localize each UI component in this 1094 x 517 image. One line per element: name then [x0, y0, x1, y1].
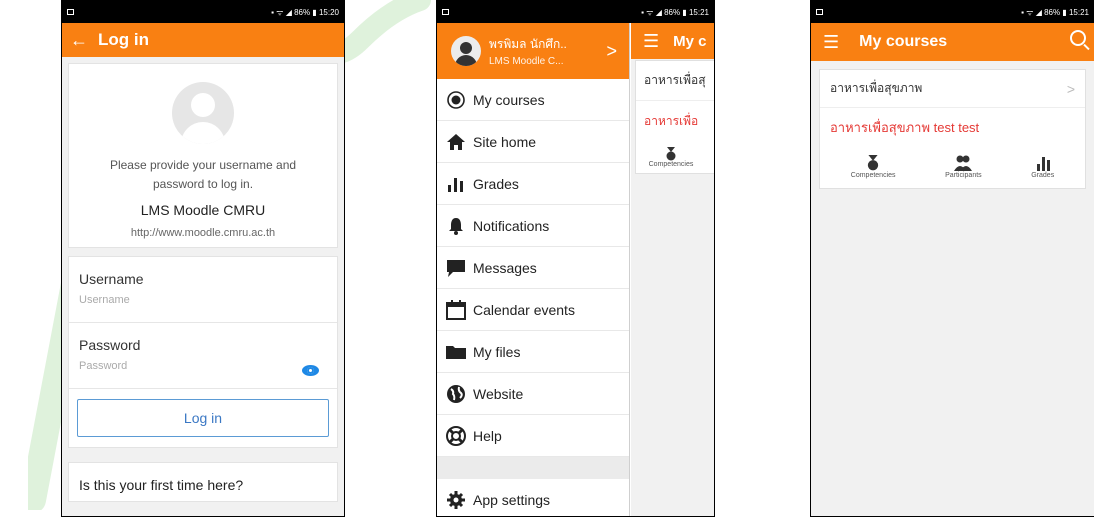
participants-icon — [954, 155, 973, 171]
app-bar: ☰ My c — [631, 23, 714, 59]
courses-pane-behind: ☰ My c อาหารเพื่อสุ อาหารเพื่อ Competenc… — [631, 23, 714, 516]
first-time-card[interactable]: Is this your first time here? — [68, 462, 338, 502]
grades-button[interactable]: Grades — [1031, 155, 1054, 179]
my-courses-screen: ▪ ᯤ ◢ 86% ▮ 15:21 ☰ My courses อาหารเพื่… — [810, 0, 1094, 517]
participants-button[interactable]: Participants — [945, 155, 982, 179]
course-card: อาหารเพื่อสุ อาหารเพื่อ Competencies — [635, 60, 714, 174]
lifebuoy-icon — [445, 425, 467, 447]
menu-item-grades[interactable]: Grades — [437, 163, 629, 205]
page-title: Log in — [98, 30, 149, 49]
password-label: Password — [79, 337, 141, 353]
menu-item-my-files[interactable]: My files — [437, 331, 629, 373]
participants-label: Participants — [945, 172, 982, 179]
site-avatar-icon — [172, 82, 234, 144]
site-card: Please provide your username and passwor… — [68, 63, 338, 248]
medal-icon — [666, 146, 676, 160]
menu-item-label: App settings — [473, 491, 551, 508]
bell-icon — [445, 215, 467, 237]
course-actions: Competencies Participants Grades — [820, 146, 1085, 188]
competencies-button[interactable]: Competencies — [636, 141, 706, 173]
menu-item-label: Website — [473, 385, 524, 402]
chevron-right-icon: > — [1066, 80, 1075, 97]
courses-list: อาหารเพื่อสุขภาพ > อาหารเพื่อสุขภาพ test… — [811, 61, 1094, 516]
password-field[interactable]: Password Password — [69, 323, 337, 389]
globe-icon — [445, 383, 467, 405]
menu-item-messages[interactable]: Messages — [437, 247, 629, 289]
competencies-label: Competencies — [648, 160, 694, 168]
user-name: พรพิมล นักศึก.. — [489, 37, 567, 51]
course-name[interactable]: อาหารเพื่อ — [636, 101, 714, 141]
menu-item-app-settings[interactable]: App settings — [437, 479, 629, 516]
menu-item-label: Site home — [473, 133, 537, 150]
hamburger-icon[interactable]: ☰ — [823, 32, 839, 53]
menu-divider — [437, 457, 629, 479]
back-arrow-icon[interactable]: ← — [70, 30, 88, 51]
medal-icon — [868, 155, 879, 171]
chevron-right-icon: > — [606, 40, 617, 61]
chat-icon — [445, 257, 467, 279]
app-bar: ← Log in — [62, 23, 344, 57]
home-icon — [445, 131, 467, 153]
login-form: Username Username Password Password Log … — [68, 256, 338, 448]
status-info: ▪ ᯤ ◢ 86% ▮ 15:20 — [271, 7, 339, 17]
menu-item-label: Messages — [473, 259, 537, 276]
menu-item-my-courses[interactable]: My courses — [437, 79, 629, 121]
side-menu: พรพิมล นักศึก.. LMS Moodle C... > My cou… — [437, 23, 630, 516]
course-title[interactable]: อาหารเพื่อสุ — [636, 61, 714, 101]
grades-label: Grades — [1031, 172, 1055, 179]
search-icon[interactable] — [1070, 30, 1086, 46]
course-title-text: อาหารเพื่อสุขภาพ — [830, 81, 923, 95]
course-card: อาหารเพื่อสุขภาพ > อาหารเพื่อสุขภาพ test… — [819, 69, 1086, 189]
password-input[interactable]: Password — [79, 360, 327, 372]
competencies-button[interactable]: Competencies — [851, 155, 896, 179]
menu-item-site-home[interactable]: Site home — [437, 121, 629, 163]
username-label: Username — [79, 271, 144, 287]
notification-icon — [67, 9, 74, 15]
menu-item-label: Notifications — [473, 217, 550, 234]
notification-icon — [816, 9, 823, 15]
user-header[interactable]: พรพิมล นักศึก.. LMS Moodle C... > — [437, 23, 629, 79]
login-content: Please provide your username and passwor… — [62, 57, 344, 516]
user-avatar — [451, 36, 481, 66]
notification-icon — [442, 9, 449, 15]
grades-icon — [445, 173, 467, 195]
show-password-eye-icon[interactable] — [302, 365, 319, 376]
status-info: ▪ ᯤ ◢ 86% ▮ 15:21 — [1021, 7, 1089, 17]
menu-item-website[interactable]: Website — [437, 373, 629, 415]
course-title[interactable]: อาหารเพื่อสุขภาพ > — [820, 70, 1085, 108]
side-menu-screen: ▪ ᯤ ◢ 86% ▮ 15:21 พรพิมล นักศึก.. LMS Mo… — [436, 0, 715, 517]
username-input[interactable]: Username — [79, 294, 327, 306]
radio-icon — [445, 89, 467, 111]
page-title: My c — [673, 32, 707, 50]
course-name[interactable]: อาหารเพื่อสุขภาพ test test — [820, 108, 1085, 146]
gear-icon — [445, 489, 467, 511]
grades-icon — [1036, 157, 1050, 171]
menu-item-label: Grades — [473, 175, 519, 192]
menu-item-notifications[interactable]: Notifications — [437, 205, 629, 247]
site-name: LMS Moodle CMRU — [140, 202, 266, 218]
calendar-icon — [445, 299, 467, 321]
menu-item-label: Help — [473, 427, 502, 444]
page-title: My courses — [859, 33, 948, 50]
app-bar: ☰ My courses — [811, 23, 1094, 61]
first-time-text: Is this your first time here? — [79, 477, 244, 493]
folder-icon — [445, 341, 467, 363]
login-button[interactable]: Log in — [77, 399, 329, 437]
status-bar: ▪ ᯤ ◢ 86% ▮ 15:21 — [811, 1, 1094, 23]
status-bar: ▪ ᯤ ◢ 86% ▮ 15:21 — [437, 1, 714, 23]
hamburger-icon[interactable]: ☰ — [643, 31, 659, 52]
menu-item-calendar[interactable]: Calendar events — [437, 289, 629, 331]
user-site: LMS Moodle C... — [489, 56, 564, 67]
site-url: http://www.moodle.cmru.ac.th — [130, 227, 276, 239]
username-field[interactable]: Username Username — [69, 257, 337, 323]
menu-item-help[interactable]: Help — [437, 415, 629, 457]
login-screen: ▪ ᯤ ◢ 86% ▮ 15:20 ← Log in Please provid… — [61, 0, 345, 517]
status-info: ▪ ᯤ ◢ 86% ▮ 15:21 — [641, 7, 709, 17]
menu-item-label: Calendar events — [473, 301, 575, 318]
competencies-label: Competencies — [850, 172, 896, 179]
status-bar: ▪ ᯤ ◢ 86% ▮ 15:20 — [62, 1, 344, 23]
menu-item-label: My courses — [473, 91, 545, 108]
menu-item-label: My files — [473, 343, 521, 360]
site-description: Please provide your username and passwor… — [109, 158, 297, 191]
